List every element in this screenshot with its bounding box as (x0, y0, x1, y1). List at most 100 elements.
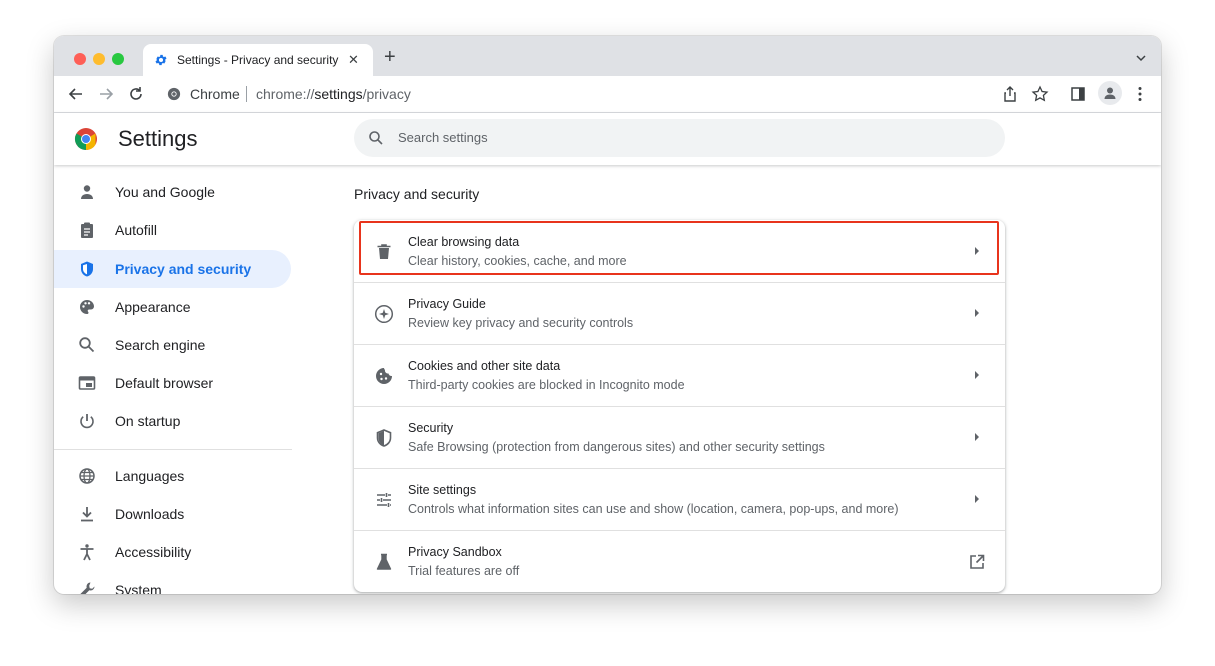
row-divider (354, 406, 1005, 407)
sidebar-item-search-engine[interactable]: Search engine (54, 326, 291, 364)
sidebar-item-system[interactable]: System (54, 571, 291, 594)
sidebar-divider (54, 449, 292, 450)
sidebar-item-label: On startup (115, 413, 181, 429)
highlight-box (359, 221, 999, 275)
browser-icon (78, 376, 96, 390)
row-divider (354, 468, 1005, 469)
row-title: Site settings (408, 483, 477, 497)
row-subtitle: Third-party cookies are blocked in Incog… (408, 378, 685, 392)
open-in-new-icon (970, 554, 985, 569)
close-tab-button[interactable]: ✕ (348, 52, 359, 68)
maximize-window-button[interactable] (112, 53, 124, 65)
sidebar-item-downloads[interactable]: Downloads (54, 495, 291, 533)
cookie-icon (376, 368, 392, 384)
row-subtitle: Trial features are off (408, 564, 520, 578)
forward-icon[interactable] (96, 84, 116, 104)
address-bar[interactable]: Chrome chrome://settings/privacy (158, 80, 1070, 108)
minimize-window-button[interactable] (93, 53, 105, 65)
row-divider (354, 282, 1005, 283)
tab-strip: Settings - Privacy and security ✕ + (54, 36, 1161, 76)
globe-icon (79, 468, 95, 484)
clear-browsing-data-row[interactable]: Clear browsing data Clear history, cooki… (354, 220, 1005, 282)
power-icon (80, 414, 94, 429)
sidebar-item-appearance[interactable]: Appearance (54, 288, 291, 326)
row-subtitle: Controls what information sites can use … (408, 502, 899, 516)
search-icon (369, 131, 383, 145)
arrow-right-icon (975, 371, 979, 379)
url-path: /privacy (362, 86, 411, 102)
sidebar-item-label: Accessibility (115, 544, 192, 560)
page-title: Settings (118, 126, 198, 151)
back-icon[interactable] (66, 84, 86, 104)
row-subtitle: Review key privacy and security controls (408, 316, 634, 330)
section-title: Privacy and security (354, 186, 480, 202)
toolbar: Chrome chrome://settings/privacy (54, 76, 1161, 113)
row-title: Privacy Guide (408, 297, 486, 311)
flask-icon (376, 553, 392, 570)
profile-avatar[interactable] (1098, 81, 1122, 105)
sidebar-item-languages[interactable]: Languages (54, 457, 291, 495)
cookies-row[interactable]: Cookies and other site data Third-party … (354, 344, 1005, 406)
privacy-settings-card: Clear browsing data Clear history, cooki… (354, 220, 1005, 592)
download-icon (81, 507, 93, 522)
sidebar-item-label: Languages (115, 468, 185, 484)
accessibility-icon (80, 544, 94, 561)
sidebar-item-you-and-google[interactable]: You and Google (54, 173, 291, 211)
wrench-icon (80, 582, 95, 594)
row-title: Security (408, 421, 454, 435)
search-placeholder: Search settings (398, 130, 488, 145)
sidebar-item-label: Autofill (115, 222, 158, 238)
url-host: settings (314, 86, 363, 102)
row-title: Cookies and other site data (408, 359, 561, 373)
separator (246, 86, 247, 102)
privacy-guide-row[interactable]: Privacy Guide Review key privacy and sec… (354, 282, 1005, 344)
browser-window: Settings - Privacy and security ✕ + Chro… (54, 36, 1161, 594)
privacy-sandbox-row[interactable]: Privacy Sandbox Trial features are off (354, 530, 1005, 592)
sliders-icon (377, 493, 391, 507)
url-text: chrome://settings/privacy (256, 86, 411, 102)
row-divider (354, 344, 1005, 345)
clipboard-icon (81, 222, 93, 238)
arrow-right-icon (975, 309, 979, 317)
row-title: Privacy Sandbox (408, 545, 502, 559)
share-icon[interactable] (1001, 85, 1019, 103)
reload-icon[interactable] (126, 84, 146, 104)
sidebar-item-label: Privacy and security (115, 261, 252, 277)
tab-title: Settings - Privacy and security (177, 53, 339, 67)
chrome-logo-icon (75, 128, 97, 150)
person-icon (1104, 87, 1116, 99)
site-settings-row[interactable]: Site settings Controls what information … (354, 468, 1005, 530)
shield-icon (81, 261, 93, 277)
person-icon (81, 185, 93, 199)
sidebar-item-label: You and Google (115, 184, 215, 200)
arrow-right-icon (975, 495, 979, 503)
search-icon (79, 337, 95, 353)
chevron-down-icon[interactable] (1135, 52, 1147, 64)
more-menu-icon[interactable] (1131, 85, 1149, 103)
sidebar-item-label: Default browser (115, 375, 214, 391)
palette-icon (80, 300, 94, 314)
sidebar-item-default-browser[interactable]: Default browser (54, 364, 291, 402)
gear-icon (155, 54, 167, 66)
url-prefix: chrome:// (256, 86, 315, 102)
sidebar-item-label: System (115, 582, 162, 594)
new-tab-button[interactable]: + (384, 47, 396, 67)
settings-header: Settings Search settings (54, 113, 1161, 165)
search-input[interactable]: Search settings (354, 119, 1005, 157)
sidebar-item-label: Downloads (115, 506, 185, 522)
sidebar-item-privacy-and-security[interactable]: Privacy and security (54, 250, 291, 288)
bookmark-star-icon[interactable] (1031, 85, 1049, 103)
shield-icon (376, 429, 392, 447)
row-divider (354, 530, 1005, 531)
tab-settings[interactable]: Settings - Privacy and security ✕ (143, 44, 373, 76)
sidebar-item-accessibility[interactable]: Accessibility (54, 533, 291, 571)
side-panel-icon[interactable] (1069, 85, 1087, 103)
compass-icon (374, 304, 394, 324)
chrome-site-icon (167, 87, 181, 101)
sidebar-item-on-startup[interactable]: On startup (54, 402, 291, 440)
close-window-button[interactable] (74, 53, 86, 65)
site-label: Chrome (190, 86, 240, 102)
sidebar-item-autofill[interactable]: Autofill (54, 211, 291, 249)
sidebar-item-label: Search engine (115, 337, 206, 353)
security-row[interactable]: Security Safe Browsing (protection from … (354, 406, 1005, 468)
